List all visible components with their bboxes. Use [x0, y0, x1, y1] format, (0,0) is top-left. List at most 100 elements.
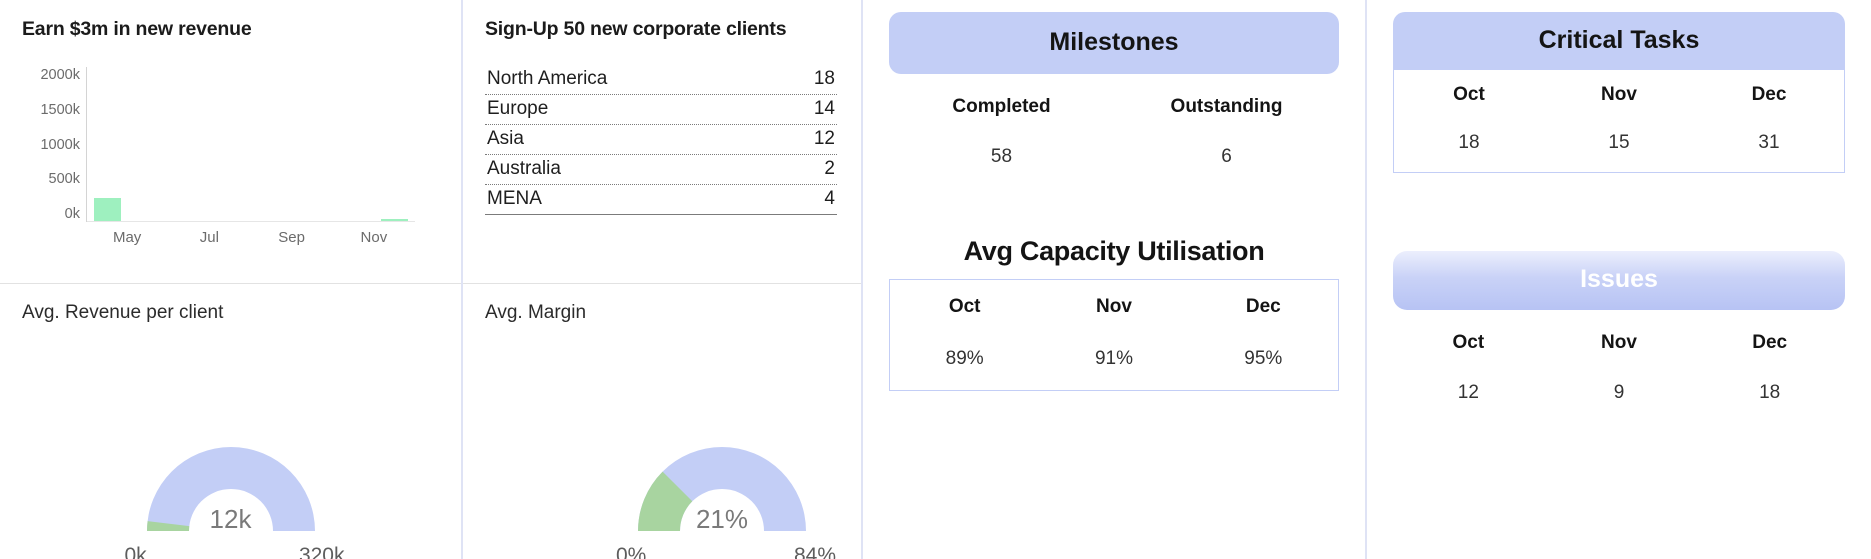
critical-tasks-cell-nov: Nov 15: [1544, 84, 1694, 154]
list-item-label: Europe: [487, 98, 548, 120]
x-tick: Sep: [251, 229, 333, 246]
list-item-label: Australia: [487, 158, 561, 180]
signup-region-list: North America 18 Europe 14 Asia 12 Austr…: [485, 65, 839, 215]
chart-bar[interactable]: [94, 198, 122, 221]
y-tick: 0k: [65, 206, 80, 222]
column-value: 89%: [890, 348, 1039, 370]
issues-card: Issues Oct 12 Nov 9 Dec 18: [1393, 251, 1845, 404]
column-value: 6: [1114, 146, 1339, 168]
capacity-title: Avg Capacity Utilisation: [889, 236, 1339, 267]
column-value: 58: [889, 146, 1114, 168]
list-item[interactable]: Australia 2: [485, 155, 837, 185]
revenue-panel-title: Earn $3m in new revenue: [22, 18, 439, 41]
capacity-cell-dec: Dec 95%: [1189, 296, 1338, 370]
column-value: 31: [1694, 132, 1844, 154]
y-tick: 2000k: [40, 67, 80, 83]
critical-tasks-card: Critical Tasks Oct 18 Nov 15 Dec 31: [1393, 12, 1845, 173]
list-item[interactable]: Europe 14: [485, 95, 837, 125]
column-value: 18: [1694, 382, 1845, 404]
list-item-value: 18: [814, 68, 835, 90]
milestones-columns: Completed 58 Outstanding 6: [889, 96, 1339, 168]
avg-margin-value: 21%: [624, 504, 820, 535]
column-header: Nov: [1544, 84, 1694, 106]
column-header: Outstanding: [1114, 96, 1339, 118]
column-header: Dec: [1694, 84, 1844, 106]
avg-margin-max: 84%: [794, 544, 836, 559]
critical-tasks-cell-oct: Oct 18: [1394, 84, 1544, 154]
chart-plot-area: [86, 67, 415, 222]
revenue-per-client-gauge-area: 12k 0k 320k: [0, 419, 461, 541]
column-value: 18: [1394, 132, 1544, 154]
avg-margin-panel: Avg. Margin 21% 0% 84%: [463, 284, 861, 559]
column-value: 15: [1544, 132, 1694, 154]
critical-tasks-cell-dec: Dec 31: [1694, 84, 1844, 154]
critical-tasks-table: Oct 18 Nov 15 Dec 31: [1393, 70, 1845, 173]
x-tick: Jul: [168, 229, 250, 246]
column-header: Completed: [889, 96, 1114, 118]
column-tasks-issues: Critical Tasks Oct 18 Nov 15 Dec 31 Issu…: [1367, 0, 1871, 559]
column-header: Oct: [890, 296, 1039, 318]
signup-panel-title: Sign-Up 50 new corporate clients: [485, 18, 839, 41]
avg-margin-title: Avg. Margin: [485, 302, 839, 324]
revenue-per-client-max: 320k: [299, 544, 345, 559]
chart-baseline: [87, 221, 415, 223]
column-header: Nov: [1039, 296, 1188, 318]
column-value: 12: [1393, 382, 1544, 404]
dashboard-root: Earn $3m in new revenue 2000k 1500k 1000…: [0, 0, 1871, 559]
list-item-label: North America: [487, 68, 607, 90]
list-item[interactable]: MENA 4: [485, 185, 837, 215]
column-header: Dec: [1189, 296, 1338, 318]
revenue-panel: Earn $3m in new revenue 2000k 1500k 1000…: [0, 0, 461, 284]
milestones-completed: Completed 58: [889, 96, 1114, 168]
issues-cell-nov: Nov 9: [1544, 332, 1695, 404]
avg-margin-min: 0%: [616, 544, 646, 559]
revenue-per-client-panel: Avg. Revenue per client 12k 0k 320k: [0, 284, 461, 559]
column-header: Oct: [1394, 84, 1544, 106]
list-item-value: 14: [814, 98, 835, 120]
chart-x-axis: May Jul Sep Nov: [86, 229, 415, 246]
issues-header: Issues: [1393, 251, 1845, 310]
x-tick: May: [86, 229, 168, 246]
revenue-bar-chart: 2000k 1500k 1000k 500k 0k May Jul Sep No…: [22, 67, 439, 257]
list-item-value: 2: [824, 158, 835, 180]
chart-y-axis: 2000k 1500k 1000k 500k 0k: [22, 67, 80, 222]
milestones-header: Milestones: [889, 12, 1339, 74]
revenue-per-client-gauge: 12k 0k 320k: [133, 419, 329, 541]
issues-table: Oct 12 Nov 9 Dec 18: [1393, 310, 1845, 404]
column-value: 91%: [1039, 348, 1188, 370]
list-item-label: MENA: [487, 188, 542, 210]
chart-bars: [87, 68, 415, 221]
column-value: 9: [1544, 382, 1695, 404]
list-item-value: 4: [824, 188, 835, 210]
column-header: Dec: [1694, 332, 1845, 354]
column-value: 95%: [1189, 348, 1338, 370]
column-header: Oct: [1393, 332, 1544, 354]
milestones-outstanding: Outstanding 6: [1114, 96, 1339, 168]
list-item[interactable]: North America 18: [485, 65, 837, 95]
issues-cell-dec: Dec 18: [1694, 332, 1845, 404]
capacity-cell-nov: Nov 91%: [1039, 296, 1188, 370]
column-mid: Sign-Up 50 new corporate clients North A…: [463, 0, 863, 559]
capacity-block: Avg Capacity Utilisation Oct 89% Nov 91%…: [889, 236, 1339, 391]
bar-slot: [87, 198, 128, 221]
avg-margin-gauge-area: 21% 0% 84%: [463, 419, 861, 541]
capacity-cell-oct: Oct 89%: [890, 296, 1039, 370]
revenue-per-client-min: 0k: [125, 544, 147, 559]
y-tick: 1500k: [40, 102, 80, 118]
issues-cell-oct: Oct 12: [1393, 332, 1544, 404]
column-header: Nov: [1544, 332, 1695, 354]
list-item-value: 12: [814, 128, 835, 150]
avg-margin-gauge: 21% 0% 84%: [624, 419, 820, 541]
list-item[interactable]: Asia 12: [485, 125, 837, 155]
revenue-per-client-title: Avg. Revenue per client: [22, 302, 439, 324]
y-tick: 500k: [49, 171, 80, 187]
signup-panel: Sign-Up 50 new corporate clients North A…: [463, 0, 861, 284]
y-tick: 1000k: [40, 137, 80, 153]
list-item-label: Asia: [487, 128, 524, 150]
x-tick: Nov: [333, 229, 415, 246]
revenue-per-client-value: 12k: [133, 504, 329, 535]
column-milestones: Milestones Completed 58 Outstanding 6 Av…: [863, 0, 1367, 559]
capacity-table: Oct 89% Nov 91% Dec 95%: [889, 279, 1339, 391]
column-left: Earn $3m in new revenue 2000k 1500k 1000…: [0, 0, 463, 559]
critical-tasks-header: Critical Tasks: [1393, 12, 1845, 70]
